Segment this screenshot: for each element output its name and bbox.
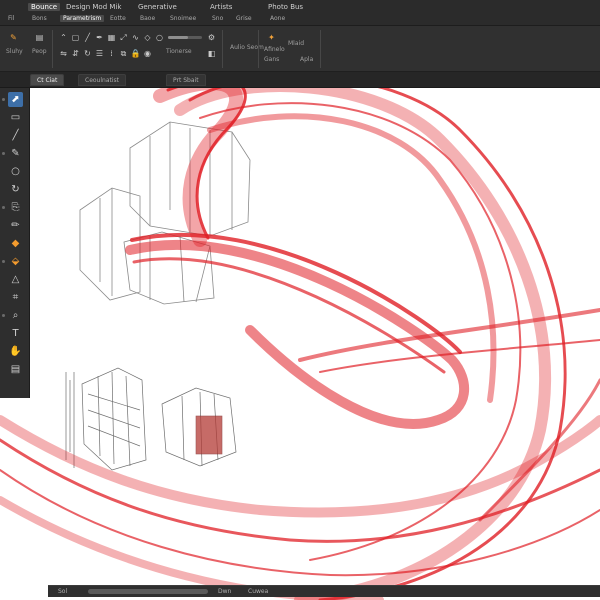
circle-icon[interactable]: ○ [154, 32, 165, 43]
menu-artists[interactable]: Artists [210, 3, 232, 11]
group-icon[interactable]: ⧉ [118, 48, 129, 59]
pen-icon[interactable]: ✒ [94, 32, 105, 43]
brush-preset-icon[interactable]: ✎ [8, 32, 19, 43]
anchor-tool-icon[interactable]: ⌃ [58, 32, 69, 43]
layers-panel-icon[interactable]: ▤ [8, 362, 23, 377]
brush-tool-icon[interactable]: ✎ [8, 146, 23, 161]
flip-icon[interactable]: ⇵ [70, 48, 81, 59]
hand-tool-icon[interactable]: ✋ [8, 344, 23, 359]
mirror-icon[interactable]: ⇋ [58, 48, 69, 59]
submenu-snoimee[interactable]: Snoimee [170, 15, 196, 22]
menu-design-mod[interactable]: Design Mod Mik [66, 3, 121, 11]
document-tab-bar: Ct Ciat Ceoulnatist Prt Sbait [0, 72, 600, 88]
move-tool-icon[interactable]: ⬈ [8, 92, 23, 107]
menu-generative[interactable]: Generative [138, 3, 177, 11]
pencil-tool-icon[interactable]: ✏ [8, 218, 23, 233]
tool-group-marker [2, 314, 5, 317]
artboard-canvas[interactable] [0, 0, 600, 600]
square-tool-icon[interactable]: ▢ [70, 32, 81, 43]
ribbon-divider [52, 30, 53, 68]
lock-icon[interactable]: 🔒 [130, 48, 141, 59]
ribbon-label-gans: Gans [264, 56, 280, 63]
submenu-fil[interactable]: Fil [8, 15, 14, 22]
ribbon-label-mlaid: Mlaid [288, 40, 304, 47]
menu-bar: Bounce Design Mod Mik Generative Artists… [0, 0, 600, 26]
ribbon-label-peop: Peop [32, 48, 47, 55]
ribbon-divider [258, 30, 259, 68]
menu-bounce[interactable]: Bounce [28, 3, 61, 11]
ribbon-label-sluhy: Sluhy [6, 48, 23, 55]
select-tool-icon[interactable]: △ [8, 272, 23, 287]
transform-icon[interactable]: ⤢ [118, 32, 129, 43]
curve-icon[interactable]: ∿ [130, 32, 141, 43]
horizontal-scrollbar[interactable] [88, 589, 208, 594]
eye-icon[interactable]: ◉ [142, 48, 153, 59]
distribute-icon[interactable]: ⁞ [106, 48, 117, 59]
stamp-tool-icon[interactable]: ⎘ [8, 200, 23, 215]
tool-group-marker [2, 260, 5, 263]
menu-photo-bus[interactable]: Photo Bus [268, 3, 303, 11]
filter-icon[interactable]: ✦ [266, 32, 277, 43]
line-tool-icon[interactable]: ╱ [82, 32, 93, 43]
status-item-dwn[interactable]: Dwn [218, 587, 231, 597]
opacity-slider[interactable] [168, 36, 202, 39]
submenu-bons[interactable]: Bons [32, 15, 47, 22]
submenu-eotte[interactable]: Eotte [110, 15, 126, 22]
ribbon-divider [222, 30, 223, 68]
swatch-icon[interactable]: ◧ [206, 48, 217, 59]
align-icon[interactable]: ☰ [94, 48, 105, 59]
submenu-sno[interactable]: Sno [212, 15, 223, 22]
ribbon-label-afinelo: Afinelo [264, 46, 285, 53]
submenu-aone[interactable]: Aone [270, 15, 285, 22]
status-item-cuwea[interactable]: Cuwea [248, 587, 268, 597]
tool-group-marker [2, 98, 5, 101]
ribbon-label-apla: Apla [300, 56, 314, 63]
doc-tab-ceoulnatist[interactable]: Ceoulnatist [78, 74, 126, 86]
status-bar: Sol Dwn Cuwea [48, 585, 600, 597]
doc-tab-ct-ciat[interactable]: Ct Ciat [30, 74, 65, 86]
rotate-tool-icon[interactable]: ↻ [8, 182, 23, 197]
ellipse-tool-icon[interactable]: ○ [8, 164, 23, 179]
submenu-parametrism[interactable]: Parametrism [60, 15, 105, 22]
settings-gear-icon[interactable]: ⚙ [206, 32, 217, 43]
grid-icon[interactable]: ▦ [106, 32, 117, 43]
paint-bucket-icon[interactable]: ◆ [8, 236, 23, 251]
ribbon-divider [320, 30, 321, 68]
text-tool-icon[interactable]: T [8, 326, 23, 341]
eyedropper-icon[interactable]: ⬙ [8, 254, 23, 269]
doc-tab-prt-sbait[interactable]: Prt Sbait [166, 74, 206, 86]
zoom-tool-icon[interactable]: ⌕ [8, 308, 23, 323]
tool-palette: ⬈ ▭ ╱ ✎ ○ ↻ ⎘ ✏ ◆ ⬙ △ ⌗ ⌕ T ✋ ▤ [0, 88, 30, 398]
tool-group-marker [2, 206, 5, 209]
submenu-baoe[interactable]: Baoe [140, 15, 155, 22]
pen-tool-icon[interactable]: ╱ [8, 128, 23, 143]
crop-tool-icon[interactable]: ⌗ [8, 290, 23, 305]
status-item-sol[interactable]: Sol [58, 587, 67, 597]
layers-icon[interactable]: ▤ [34, 32, 45, 43]
ribbon-label-tionerse: Tionerse [166, 48, 192, 55]
rectangle-tool-icon[interactable]: ▭ [8, 110, 23, 125]
node-icon[interactable]: ◇ [142, 32, 153, 43]
submenu-grise[interactable]: Grise [236, 15, 252, 22]
rotate-icon[interactable]: ↻ [82, 48, 93, 59]
tool-group-marker [2, 152, 5, 155]
options-ribbon: ✎ ▤ Sluhy Peop ⌃ ▢ ╱ ✒ ▦ ⤢ ∿ ◇ ○ ⇋ ⇵ ↻ ☰… [0, 26, 600, 72]
